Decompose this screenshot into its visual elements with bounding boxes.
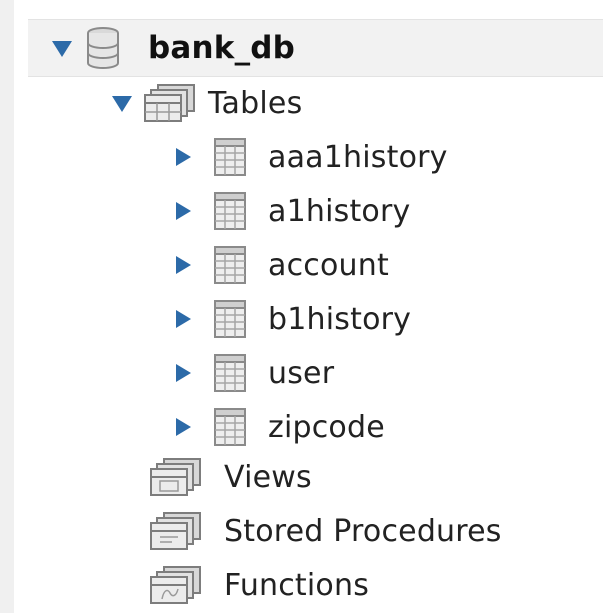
table-icon [214, 192, 246, 230]
table-name: aaa1history [268, 139, 448, 175]
panel-left-border [0, 0, 14, 613]
expand-arrow-right-icon[interactable] [170, 415, 198, 439]
table-name: b1history [268, 301, 412, 337]
table-icon [214, 408, 246, 446]
expand-arrow-right-icon[interactable] [170, 199, 198, 223]
folder-tables-icon [144, 83, 196, 123]
tree-node-label: Stored Procedures [224, 513, 502, 549]
tree-node-table[interactable]: user [170, 346, 334, 400]
tree-node-views[interactable]: Views [150, 450, 312, 504]
tree-node-table[interactable]: zipcode [170, 400, 385, 454]
database-icon [84, 26, 122, 70]
table-icon [214, 138, 246, 176]
table-name: account [268, 247, 389, 283]
tree-node-tables[interactable]: Tables [108, 76, 302, 130]
tree-node-stored-procedures[interactable]: Stored Procedures [150, 504, 502, 558]
expand-arrow-right-icon[interactable] [170, 253, 198, 277]
tree-node-table[interactable]: aaa1history [170, 130, 448, 184]
table-name: zipcode [268, 409, 385, 445]
expand-arrow-down-icon[interactable] [108, 91, 136, 115]
expand-arrow-right-icon[interactable] [170, 307, 198, 331]
tree-node-label: Functions [224, 567, 370, 603]
folder-views-icon [150, 457, 202, 497]
schema-name: bank_db [148, 30, 296, 66]
expand-arrow-right-icon[interactable] [170, 361, 198, 385]
expand-arrow-right-icon[interactable] [170, 145, 198, 169]
schema-row-bank-db[interactable]: bank_db [28, 19, 603, 77]
table-icon [214, 300, 246, 338]
table-name: user [268, 355, 335, 391]
table-name: a1history [268, 193, 411, 229]
expand-arrow-down-icon[interactable] [48, 36, 76, 60]
folder-functions-icon [150, 565, 202, 605]
table-icon [214, 354, 246, 392]
tree-node-table[interactable]: b1history [170, 292, 411, 346]
tree-node-label: Views [224, 459, 312, 495]
tree-node-label: Tables [208, 85, 303, 121]
schema-navigator-panel: bank_db Tables aaa1history a1history accou… [0, 0, 603, 613]
tree-node-functions[interactable]: Functions [150, 558, 369, 612]
tree-node-table[interactable]: a1history [170, 184, 410, 238]
tree-node-table[interactable]: account [170, 238, 389, 292]
table-icon [214, 246, 246, 284]
folder-procedures-icon [150, 511, 202, 551]
